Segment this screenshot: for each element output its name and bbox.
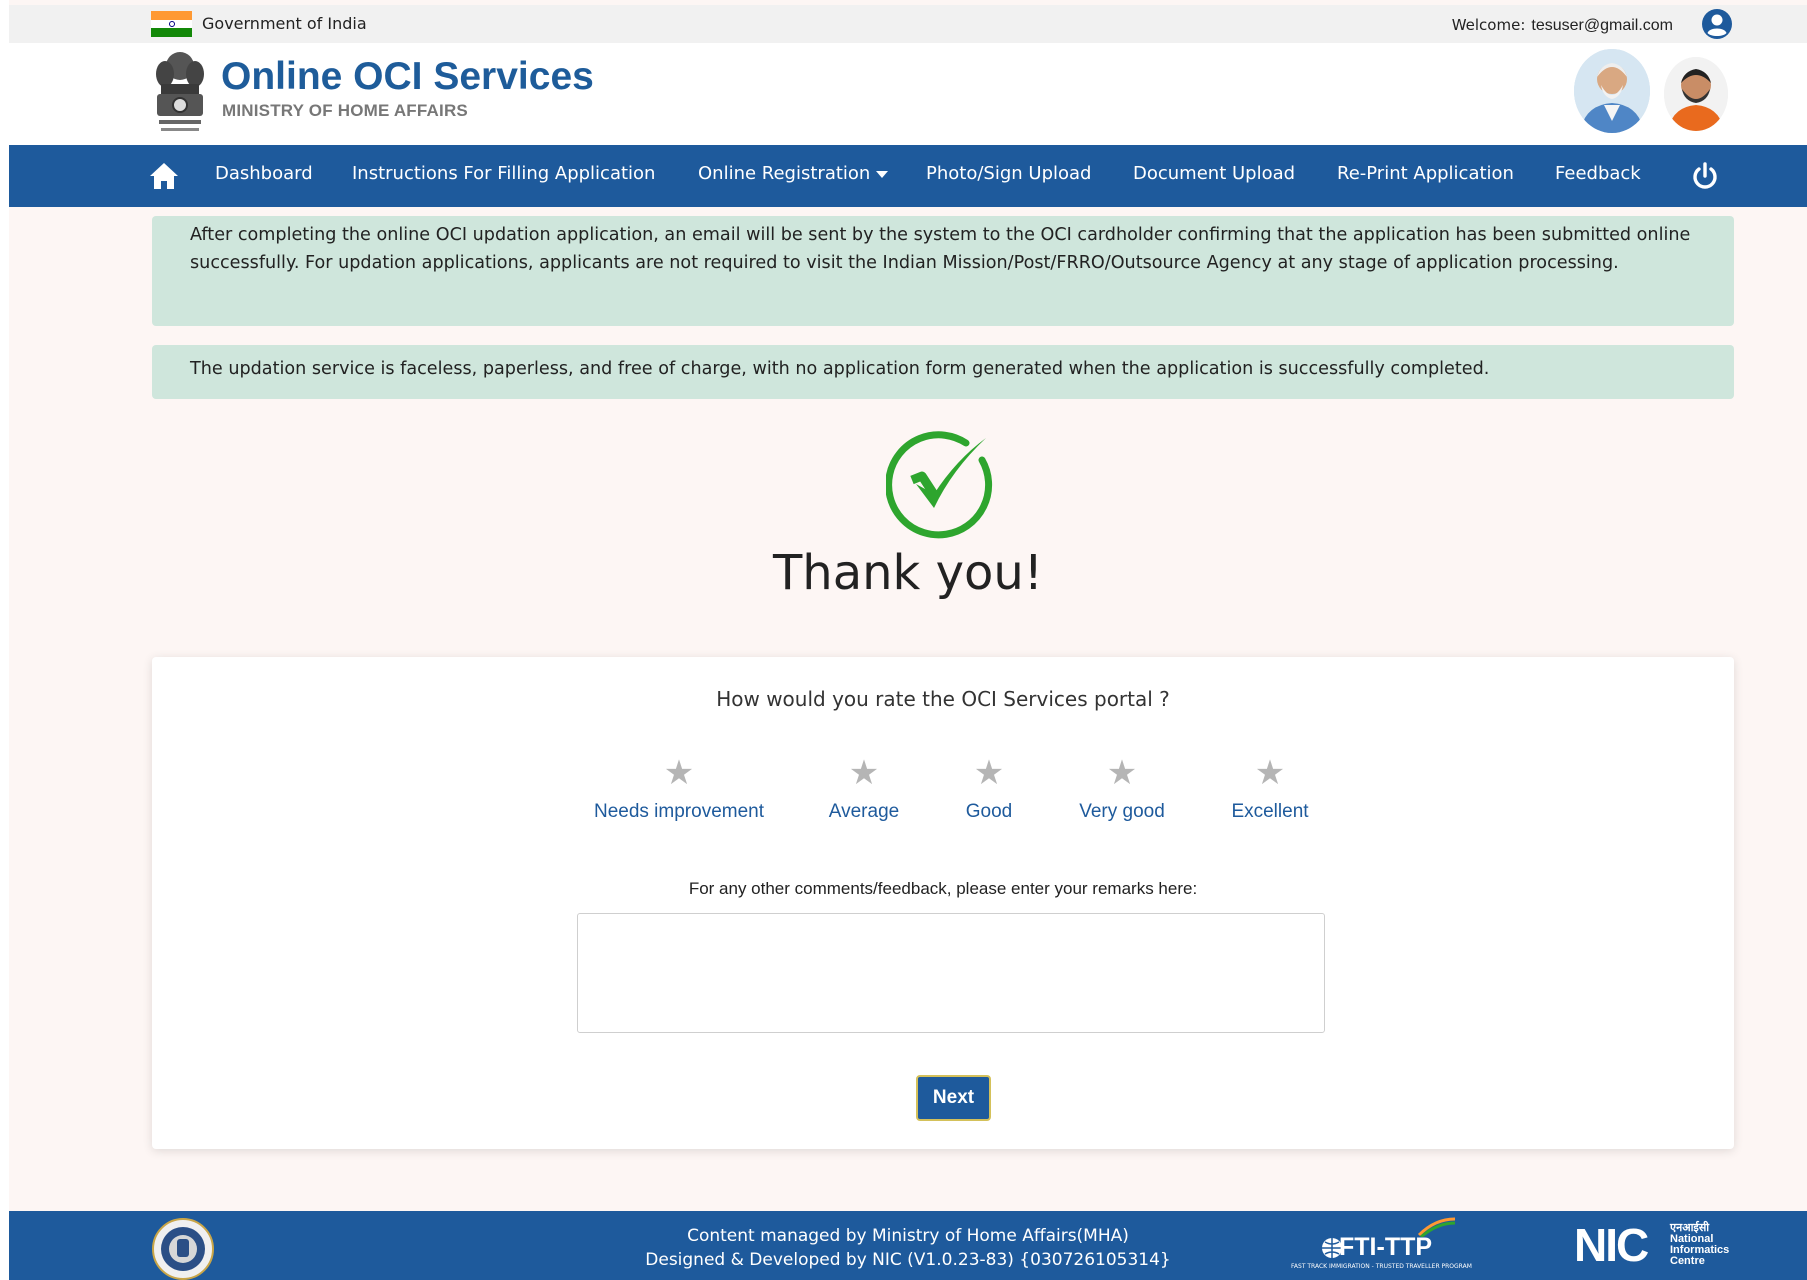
footer-text: Content managed by Ministry of Home Affa… xyxy=(9,1224,1807,1272)
star-icon: ★ xyxy=(973,753,1005,793)
rating-label: Very good xyxy=(1079,801,1165,822)
site-title: Online OCI Services xyxy=(221,55,594,98)
portrait-image-1 xyxy=(1574,49,1650,133)
power-icon[interactable] xyxy=(1692,162,1718,190)
rating-option-very-good[interactable]: ★ Very good xyxy=(1079,755,1165,823)
footer-line-1: Content managed by Ministry of Home Affa… xyxy=(687,1226,1129,1246)
indian-flag-icon xyxy=(151,11,192,37)
site-footer: Content managed by Ministry of Home Affa… xyxy=(9,1211,1807,1280)
feedback-card: How would you rate the OCI Services port… xyxy=(152,657,1734,1149)
rating-label: Needs improvement xyxy=(593,801,765,822)
gov-of-india-label: Government of India xyxy=(202,14,367,33)
nav-item-online-registration-label: Online Registration xyxy=(698,163,871,184)
remarks-textarea[interactable] xyxy=(577,913,1325,1033)
rating-label: Good xyxy=(965,801,1013,822)
fti-ttp-logo: FTI-TTP FAST TRACK IMMIGRATION - TRUSTED… xyxy=(1289,1217,1472,1275)
fti-ttp-subtitle: FAST TRACK IMMIGRATION - TRUSTED TRAVELL… xyxy=(1291,1263,1472,1270)
main-nav: Dashboard Instructions For Filling Appli… xyxy=(9,145,1807,207)
rating-question: How would you rate the OCI Services port… xyxy=(716,687,1170,711)
star-icon: ★ xyxy=(848,753,880,793)
nic-logo-subtext: एनआईसी National Informatics Centre xyxy=(1670,1223,1729,1267)
nav-item-reprint-application[interactable]: Re-Print Application xyxy=(1337,163,1514,184)
page: Government of India Welcome: tesuser@gmai… xyxy=(9,0,1807,1280)
site-header: Online OCI Services MINISTRY OF HOME AFF… xyxy=(9,43,1807,145)
nic-sub-3: Centre xyxy=(1670,1255,1705,1267)
rating-option-needs-improvement[interactable]: ★ Needs improvement xyxy=(594,755,764,823)
welcome-label: Welcome: xyxy=(1451,16,1526,34)
thank-you-heading: Thank you! xyxy=(772,545,1044,601)
nav-item-instructions[interactable]: Instructions For Filling Application xyxy=(352,163,655,184)
next-button[interactable]: Next xyxy=(916,1075,991,1121)
rating-option-excellent[interactable]: ★ Excellent xyxy=(1231,755,1308,823)
site-subtitle: MINISTRY OF HOME AFFAIRS xyxy=(222,101,468,120)
notice-faceless-service: The updation service is faceless, paperl… xyxy=(152,345,1734,399)
fti-ttp-label: FTI-TTP xyxy=(1339,1233,1433,1261)
star-icon: ★ xyxy=(1106,753,1138,793)
gov-bar: Government of India Welcome: tesuser@gmai… xyxy=(9,5,1807,43)
rating-option-average[interactable]: ★ Average xyxy=(829,755,899,823)
star-icon: ★ xyxy=(1254,753,1286,793)
caret-down-icon xyxy=(876,170,889,178)
national-emblem-icon xyxy=(156,52,204,131)
user-email: tesuser@gmail.com xyxy=(1531,17,1673,34)
nav-item-dashboard[interactable]: Dashboard xyxy=(215,163,313,184)
notice-updation-email: After completing the online OCI updation… xyxy=(152,216,1734,326)
nav-item-photo-sign-upload[interactable]: Photo/Sign Upload xyxy=(926,163,1091,184)
portrait-image-2 xyxy=(1664,57,1728,131)
rating-label: Average xyxy=(828,801,900,822)
nic-logo: NIC एनआईसी National Informatics Centre xyxy=(1574,1221,1744,1271)
footer-line-2: Designed & Developed by NIC (V1.0.23-83)… xyxy=(645,1250,1171,1270)
welcome-text: Welcome: tesuser@gmail.com xyxy=(1452,16,1673,35)
home-icon[interactable] xyxy=(149,162,179,190)
nav-item-online-registration[interactable]: Online Registration xyxy=(698,163,889,184)
nic-logo-text: NIC xyxy=(1574,1219,1649,1271)
nav-item-document-upload[interactable]: Document Upload xyxy=(1133,163,1295,184)
user-avatar-icon[interactable] xyxy=(1701,8,1733,40)
remarks-label: For any other comments/feedback, please … xyxy=(688,879,1198,898)
rating-option-good[interactable]: ★ Good xyxy=(966,755,1012,823)
rating-label: Excellent xyxy=(1231,801,1309,822)
nav-item-feedback[interactable]: Feedback xyxy=(1555,163,1641,184)
star-icon: ★ xyxy=(663,753,695,793)
success-check-icon xyxy=(886,431,993,539)
